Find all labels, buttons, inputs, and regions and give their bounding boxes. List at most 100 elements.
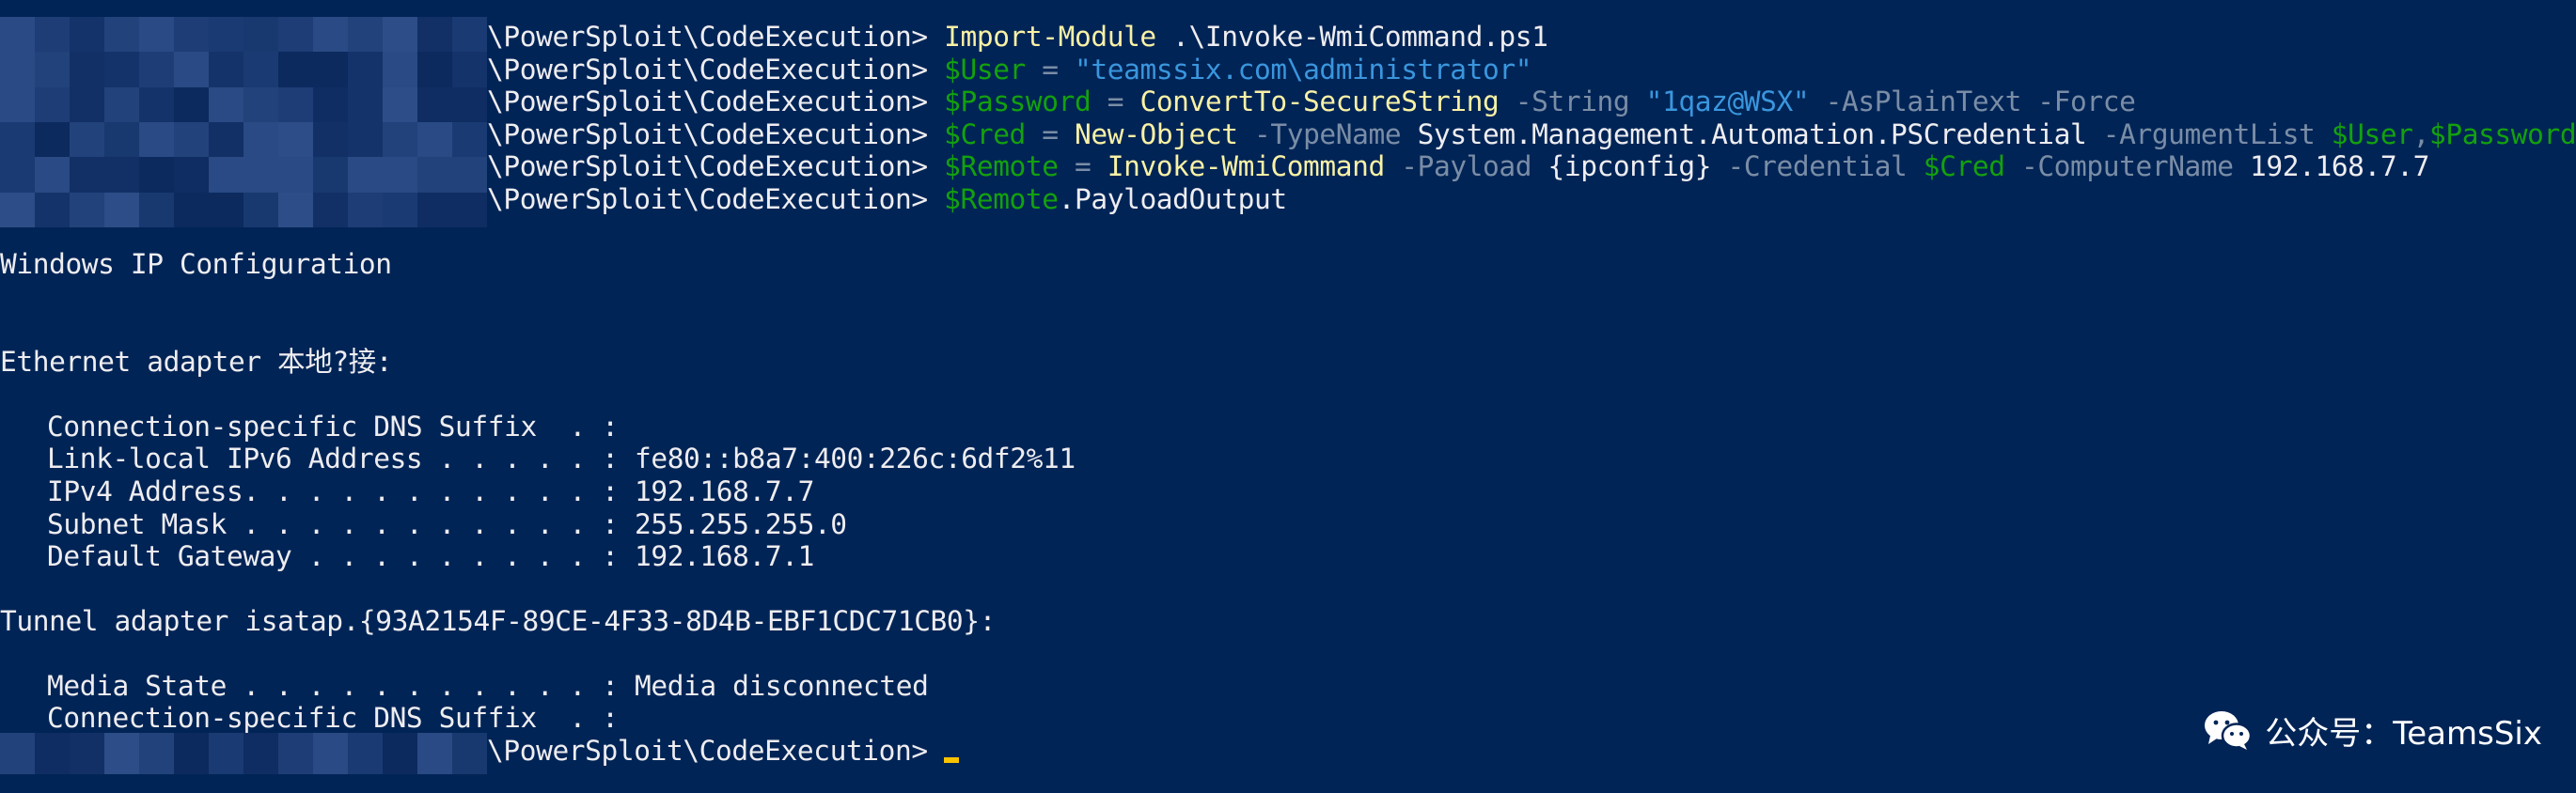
redaction-block: [417, 733, 452, 774]
redaction-block: [0, 52, 35, 87]
redaction-block: [35, 733, 70, 774]
command-line-password: \PowerSploit\CodeExecution> $Password = …: [487, 86, 2136, 117]
powershell-terminal[interactable]: \PowerSploit\CodeExecution> Import-Modul…: [0, 0, 2576, 793]
command-line-remote: \PowerSploit\CodeExecution> $Remote = In…: [487, 150, 2429, 182]
prompt: \PowerSploit\CodeExecution>: [487, 54, 928, 86]
redaction-block: [383, 86, 417, 122]
redaction-block: [417, 192, 452, 227]
parameter: -String: [1499, 86, 1646, 117]
redaction-block: [174, 52, 209, 87]
redaction-block: [174, 17, 209, 53]
redaction-block: [209, 157, 243, 193]
redaction-block: [209, 733, 243, 774]
redaction-block: [417, 52, 452, 87]
argument: System.Management.Automation.PSCredentia…: [1417, 118, 2087, 150]
redaction-block: [383, 157, 417, 193]
redaction-block: [174, 121, 209, 158]
redaction-block: [139, 86, 174, 122]
redaction-block: [174, 157, 209, 193]
operator: =: [1058, 150, 1107, 182]
redaction-block: [139, 17, 174, 53]
command-line-current[interactable]: \PowerSploit\CodeExecution>: [487, 735, 960, 767]
redaction-block: [70, 17, 104, 53]
redaction-block: [243, 157, 278, 193]
parameter: -ArgumentList: [2086, 118, 2332, 150]
redaction-block: [278, 157, 313, 193]
watermark-text: 公众号：TeamsSix: [2265, 714, 2542, 753]
redaction-block: [0, 86, 35, 122]
redaction-block: [417, 157, 452, 193]
redaction-block: [278, 121, 313, 158]
redaction-block: [313, 192, 348, 227]
redaction-block: [243, 192, 278, 227]
redaction-block: [452, 733, 487, 774]
redaction-block: [383, 121, 417, 158]
watermark: 公众号：TeamsSix: [2203, 707, 2542, 754]
redaction-block: [104, 86, 139, 122]
redaction-block: [70, 192, 104, 227]
redaction-block: [243, 17, 278, 53]
ethernet-default-gateway: Default Gateway . . . . . . . . . : 192.…: [47, 540, 814, 572]
redaction-block: [174, 733, 209, 774]
argument: 192.168.7.7: [2250, 150, 2429, 182]
redaction-block: [313, 17, 348, 53]
operator: =: [1091, 86, 1140, 117]
redaction-block: [383, 52, 417, 87]
redaction-block: [278, 86, 313, 122]
redaction-block: [0, 733, 35, 774]
variable: $Remote: [944, 183, 1059, 215]
redaction-block: [452, 121, 487, 158]
redaction-block: [417, 121, 452, 158]
redaction-block: [209, 121, 243, 158]
redaction-block: [139, 52, 174, 87]
redaction-block: [452, 157, 487, 193]
redaction-block: [348, 733, 383, 774]
string-literal: "1qaz@WSX": [1645, 86, 1810, 117]
redaction-block: [104, 192, 139, 227]
prompt: \PowerSploit\CodeExecution>: [487, 86, 928, 117]
variable: $User: [944, 54, 1026, 86]
command-line-import: \PowerSploit\CodeExecution> Import-Modul…: [487, 21, 1548, 53]
wechat-icon: [2205, 711, 2253, 750]
redaction-block: [243, 733, 278, 774]
variable: $Cred: [1923, 150, 2005, 182]
redaction-block: [35, 157, 70, 193]
parameter: -Payload: [1384, 150, 1548, 182]
variable: $Password: [2428, 118, 2576, 150]
redaction-block: [383, 192, 417, 227]
ethernet-subnet-mask: Subnet Mask . . . . . . . . . . . : 255.…: [47, 508, 847, 540]
operator: =: [1025, 54, 1076, 86]
ethernet-ipv6-address: Link-local IPv6 Address . . . . . : fe80…: [47, 443, 1076, 474]
redaction-block: [35, 86, 70, 122]
redaction-block: [348, 121, 383, 158]
redaction-block: [139, 121, 174, 158]
redaction-block: [139, 157, 174, 193]
prompt: \PowerSploit\CodeExecution>: [487, 21, 928, 53]
redaction-block: [417, 86, 452, 122]
ethernet-adapter-header: Ethernet adapter 本地?接:: [0, 346, 393, 378]
redaction-block: [278, 192, 313, 227]
redaction-block: [452, 192, 487, 227]
redaction-block: [35, 17, 70, 53]
redaction-block: [104, 52, 139, 87]
redaction-block: [348, 192, 383, 227]
redaction-block: [104, 157, 139, 193]
redaction-block: [313, 157, 348, 193]
variable: $Cred: [944, 118, 1026, 150]
redaction-block: [209, 52, 243, 87]
redaction-block: [383, 17, 417, 53]
redaction-block: [174, 192, 209, 227]
redaction-block: [348, 52, 383, 87]
argument: {ipconfig}: [1547, 150, 1712, 182]
redaction-block: [70, 121, 104, 158]
redaction-block: [0, 157, 35, 193]
output-title: Windows IP Configuration: [0, 248, 392, 280]
redaction-block: [70, 86, 104, 122]
redaction-block: [0, 17, 35, 53]
redaction-block: [313, 52, 348, 87]
redaction-block: [243, 86, 278, 122]
redaction-block: [243, 52, 278, 87]
redaction-block: [452, 86, 487, 122]
redaction-block: [243, 121, 278, 158]
cmdlet: ConvertTo-SecureString: [1139, 86, 1500, 117]
